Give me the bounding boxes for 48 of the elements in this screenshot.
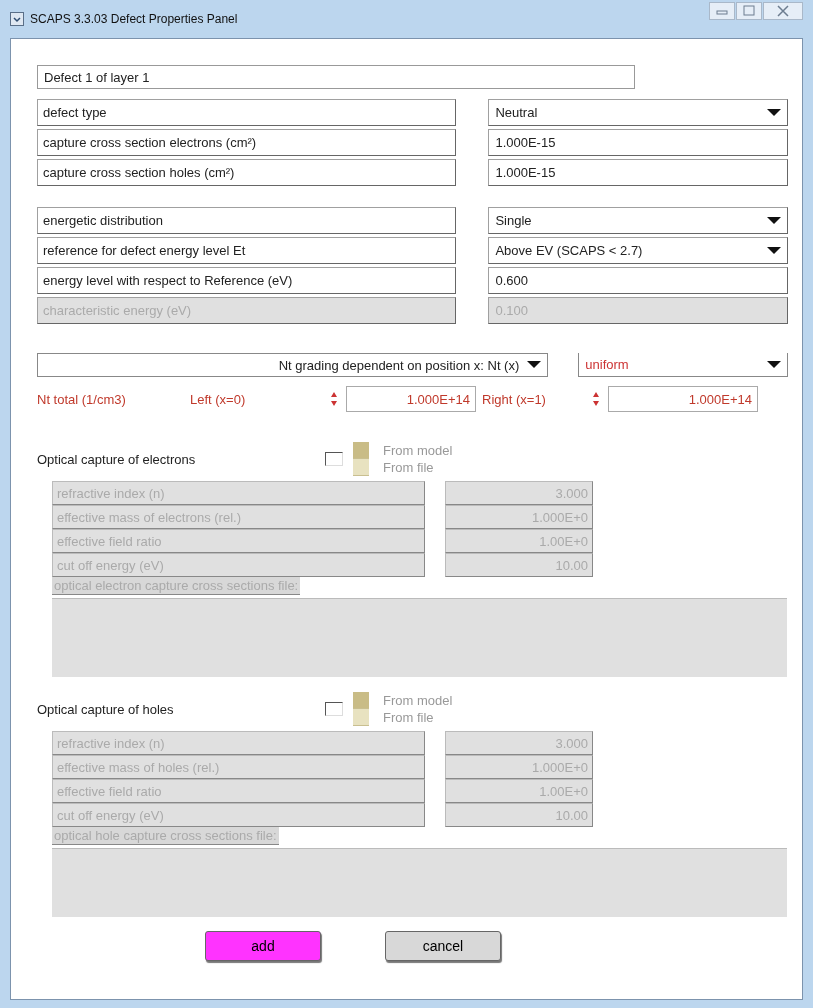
value-field[interactable]: 0.600: [488, 267, 788, 294]
spinner-icon[interactable]: [330, 391, 338, 407]
checkbox[interactable]: [325, 452, 343, 466]
spinner-icon[interactable]: [592, 391, 600, 407]
right-label: Right (x=1): [481, 391, 547, 407]
source-option-label: From file: [383, 460, 434, 475]
left-label: Left (x=0): [190, 391, 247, 407]
value-field[interactable]: 1.000E-15: [488, 159, 788, 186]
maximize-icon[interactable]: [736, 2, 762, 20]
source-option-swatch[interactable]: [353, 459, 369, 476]
source-option-label: From model: [383, 443, 453, 458]
caret-icon: [767, 216, 781, 225]
cancel-button[interactable]: cancel: [385, 931, 501, 961]
checkbox[interactable]: [325, 702, 343, 716]
caret-icon: [767, 360, 781, 369]
property-label: defect type: [37, 99, 457, 126]
window-title: SCAPS 3.3.03 Defect Properties Panel: [30, 12, 238, 26]
source-option-swatch[interactable]: [353, 692, 369, 709]
source-option-label: From file: [383, 710, 434, 725]
close-icon[interactable]: [763, 2, 803, 20]
source-option-swatch[interactable]: [353, 709, 369, 726]
file-field[interactable]: [52, 848, 787, 917]
caret-icon: [767, 108, 781, 117]
property-label: energy level with respect to Reference (eV): [37, 267, 457, 294]
section-heading: Optical capture of electrons: [37, 451, 197, 467]
source-option-swatch[interactable]: [353, 442, 369, 459]
dropdown[interactable]: Neutral: [488, 99, 788, 126]
minimize-icon[interactable]: [709, 2, 735, 20]
grading-dropdown[interactable]: Nt grading dependent on position x: Nt (x): [37, 353, 549, 377]
caret-icon: [527, 361, 542, 369]
defect-name-field[interactable]: Defect 1 of layer 1: [37, 65, 635, 89]
left-value-field[interactable]: 1.000E+14: [346, 386, 476, 412]
property-label: capture cross section holes (cm²): [37, 159, 457, 186]
file-field[interactable]: [52, 598, 787, 677]
property-label: reference for defect energy level Et: [37, 237, 457, 264]
right-value-field[interactable]: 1.000E+14: [608, 386, 758, 412]
dropdown[interactable]: Single: [488, 207, 788, 234]
property-label: capture cross section electrons (cm²): [37, 129, 457, 156]
property-label: energetic distribution: [37, 207, 457, 234]
source-option-label: From model: [383, 693, 453, 708]
nt-total-label: Nt total (1/cm3): [37, 391, 127, 407]
value-field[interactable]: 1.000E-15: [488, 129, 788, 156]
dropdown[interactable]: Above EV (SCAPS < 2.7): [488, 237, 788, 264]
section-heading: Optical capture of holes: [37, 701, 175, 717]
profile-dropdown[interactable]: uniform: [578, 353, 788, 377]
caret-icon: [767, 246, 781, 255]
add-button[interactable]: add: [205, 931, 321, 961]
app-icon: [10, 12, 24, 26]
